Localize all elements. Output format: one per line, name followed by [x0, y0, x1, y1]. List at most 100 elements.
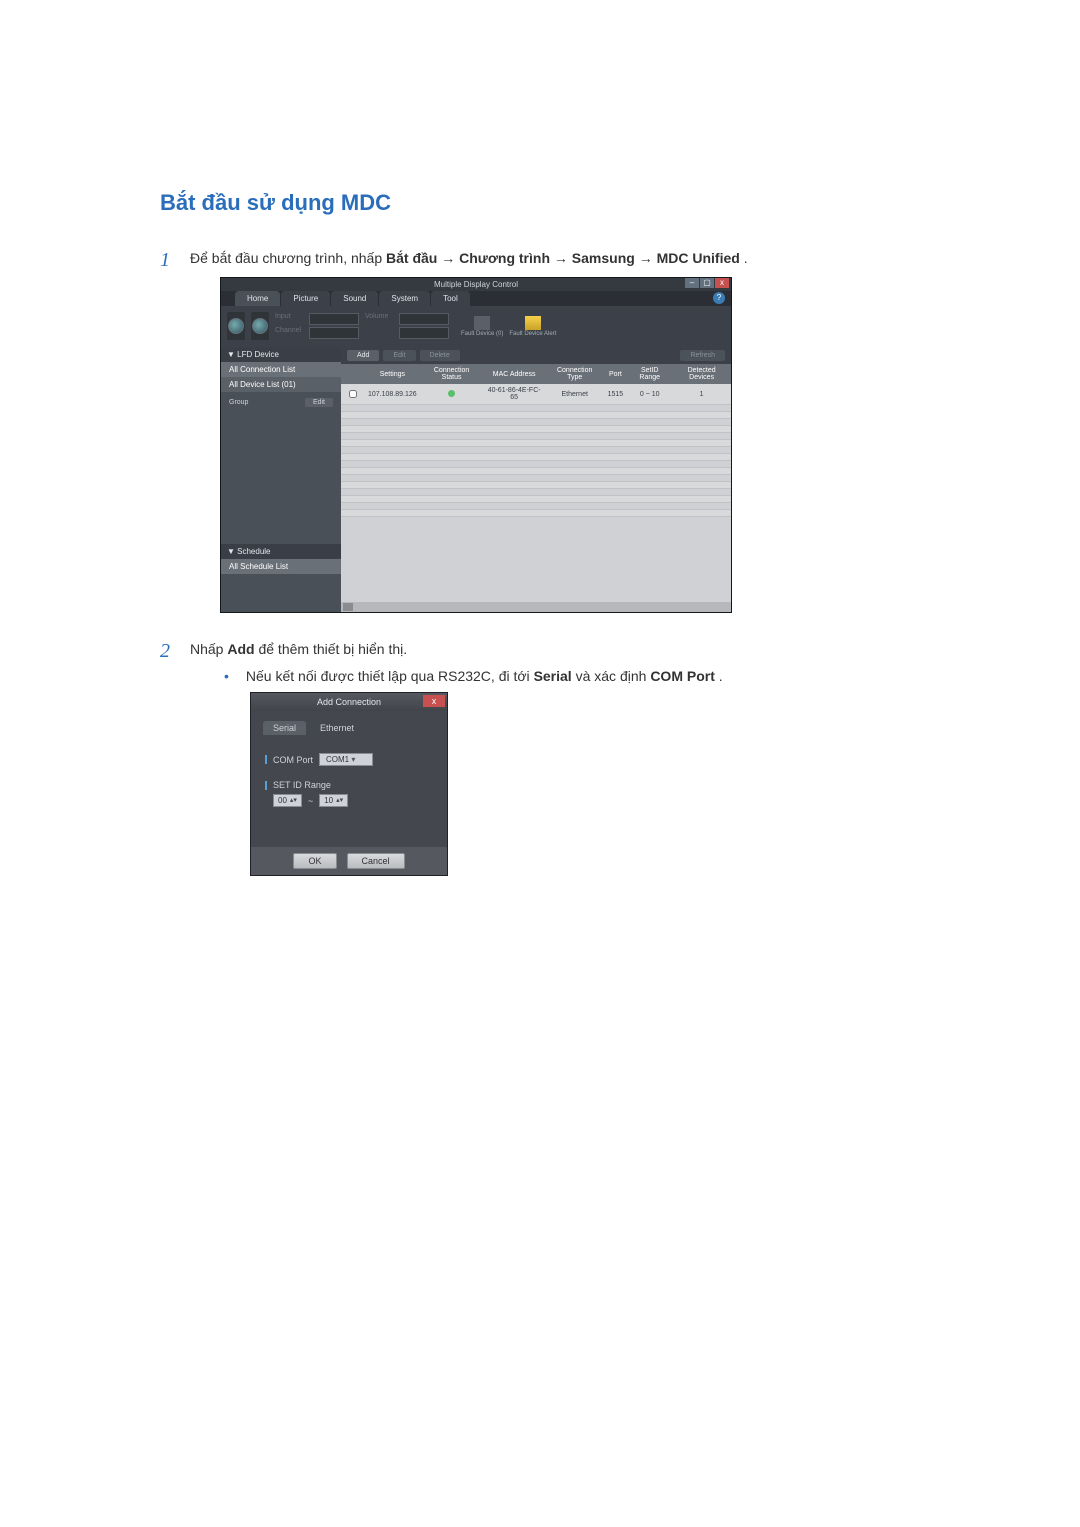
t: MDC Unified [657, 250, 740, 266]
ribbon: Input Channel Volume [221, 306, 731, 347]
t: Add [227, 641, 254, 657]
channel-label: Channel [275, 327, 307, 339]
th-port[interactable]: Port [604, 364, 628, 384]
close-button[interactable]: x [715, 278, 729, 288]
table-row[interactable] [341, 426, 731, 433]
t: . [719, 668, 723, 684]
sidebar-item-all-schedule[interactable]: All Schedule List [221, 559, 341, 574]
th-settings[interactable]: Settings [364, 364, 421, 384]
t: → [554, 250, 572, 266]
cancel-button[interactable]: Cancel [347, 853, 405, 869]
warning-icon [525, 316, 541, 330]
row-checkbox[interactable] [349, 390, 357, 398]
sidebar-item-all-device[interactable]: All Device List (01) [221, 377, 341, 392]
table-row[interactable] [341, 461, 731, 468]
range-from-stepper[interactable]: 00 ▴▾ [273, 794, 302, 807]
table-row[interactable] [341, 489, 731, 496]
th-check[interactable] [341, 364, 364, 384]
sidebar-item-all-connection[interactable]: All Connection List [221, 362, 341, 377]
tab-serial[interactable]: Serial [263, 721, 306, 735]
power-on-icon[interactable] [227, 312, 245, 340]
monitor-icon [474, 316, 490, 330]
tab-ethernet[interactable]: Ethernet [310, 721, 364, 735]
fault-device[interactable]: Fault Device (0) [461, 316, 503, 337]
table-row[interactable] [341, 405, 731, 412]
page-title: Bắt đầu sử dụng MDC [160, 190, 920, 216]
th-mac[interactable]: MAC Address [483, 364, 546, 384]
close-button[interactable]: x [423, 695, 445, 707]
bullet-item: Nếu kết nối được thiết lập qua RS232C, đ… [224, 668, 920, 684]
cell-mac: 40-61-86-4E-FC-65 [483, 384, 546, 405]
table-row[interactable] [341, 433, 731, 440]
t: Nếu kết nối được thiết lập qua RS232C, đ… [246, 668, 534, 684]
table-row[interactable] [341, 468, 731, 475]
table-row[interactable] [341, 419, 731, 426]
table-row[interactable] [341, 510, 731, 517]
table-row[interactable] [341, 475, 731, 482]
tab-system[interactable]: System [379, 291, 430, 306]
cell-detected: 1 [672, 384, 731, 405]
table-row[interactable]: 107.108.89.126 40-61-86-4E-FC-65 Etherne… [341, 384, 731, 405]
com-port-select[interactable]: COM1 [319, 753, 373, 766]
tab-picture[interactable]: Picture [281, 291, 330, 306]
add-button[interactable]: Add [347, 350, 379, 361]
window-title: Multiple Display Control [434, 280, 518, 289]
t: Nhấp [190, 641, 227, 657]
ok-button[interactable]: OK [293, 853, 336, 869]
refresh-button[interactable]: Refresh [680, 350, 725, 361]
th-conntype[interactable]: Connection Type [546, 364, 604, 384]
mdc-window: Multiple Display Control – ▢ x ? Home Pi… [220, 277, 732, 613]
t: → [441, 250, 459, 266]
th-status[interactable]: Connection Status [421, 364, 483, 384]
volume-label: Volume [365, 313, 397, 325]
input-select[interactable] [309, 313, 359, 325]
delete-button[interactable]: Delete [420, 350, 460, 361]
sidebar-header-lfd[interactable]: ▼ LFD Device [221, 347, 341, 362]
table-row[interactable] [341, 440, 731, 447]
tab-home[interactable]: Home [235, 291, 280, 306]
table-row[interactable] [341, 454, 731, 461]
th-detected[interactable]: Detected Devices [672, 364, 731, 384]
stepper-arrows-icon: ▴▾ [290, 798, 297, 804]
cell-status [421, 384, 483, 405]
volume-field[interactable] [399, 313, 449, 325]
spacer [365, 327, 397, 339]
range-from-value: 00 [278, 796, 287, 805]
maximize-button[interactable]: ▢ [700, 278, 714, 288]
range-to-stepper[interactable]: 10 ▴▾ [319, 794, 348, 807]
table-row[interactable] [341, 447, 731, 454]
tab-sound[interactable]: Sound [331, 291, 378, 306]
add-connection-dialog: Add Connection x Serial Ethernet COM Por… [250, 692, 448, 876]
cell-range: 0 ~ 10 [627, 384, 672, 405]
table-row[interactable] [341, 496, 731, 503]
cell-settings: 107.108.89.126 [364, 384, 421, 405]
t: Bắt đầu [386, 250, 437, 266]
fault-alert[interactable]: Fault Device Alert [509, 316, 556, 337]
group-label: Group [229, 399, 248, 406]
volume-slider[interactable] [399, 327, 449, 339]
help-icon[interactable]: ? [713, 292, 725, 304]
edit-button[interactable]: Edit [383, 350, 415, 361]
status-dot-icon [448, 390, 455, 397]
group-edit-button[interactable]: Edit [305, 398, 333, 407]
th-range[interactable]: SetID Range [627, 364, 672, 384]
fault-alert-label: Fault Device Alert [509, 331, 556, 337]
dialog-title: Add Connection [317, 697, 381, 707]
t: Để bắt đầu chương trình, nhấp [190, 250, 386, 266]
tab-tool[interactable]: Tool [431, 291, 470, 306]
t: . [744, 250, 748, 266]
table-row[interactable] [341, 503, 731, 510]
horizontal-scrollbar[interactable] [341, 602, 731, 612]
table-row[interactable] [341, 482, 731, 489]
power-off-icon[interactable] [251, 312, 269, 340]
step-number: 2 [160, 637, 190, 876]
step1-text: Để bắt đầu chương trình, nhấp Bắt đầu → … [190, 248, 920, 269]
range-sep: ~ [308, 796, 313, 806]
table-row[interactable] [341, 412, 731, 419]
channel-stepper[interactable] [309, 327, 359, 339]
step-number: 1 [160, 246, 190, 627]
range-to-value: 10 [324, 796, 333, 805]
stepper-arrows-icon: ▴▾ [336, 798, 343, 804]
minimize-button[interactable]: – [685, 278, 699, 288]
sidebar-header-schedule[interactable]: ▼ Schedule [221, 544, 341, 559]
